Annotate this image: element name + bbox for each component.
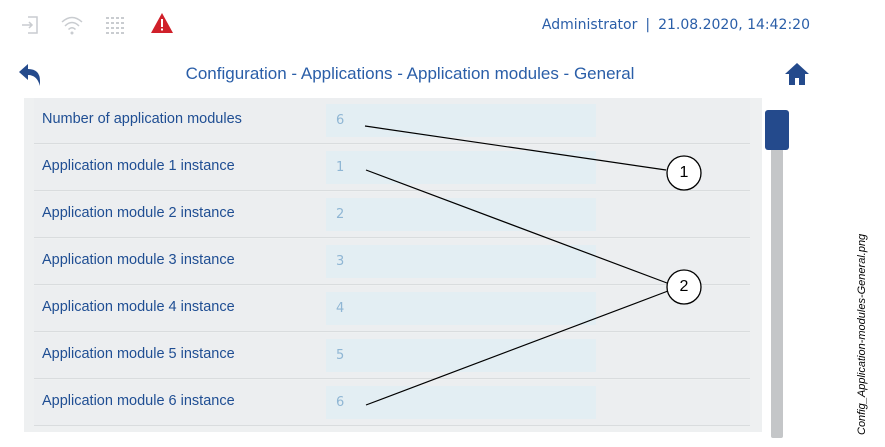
scrollbar-thumb[interactable] xyxy=(765,110,789,150)
user-name[interactable]: Administrator xyxy=(542,17,637,33)
row-label: Application module 1 instance xyxy=(42,158,235,174)
row-module-6-instance[interactable]: Application module 6 instance 6 xyxy=(34,380,750,426)
row-module-3-instance[interactable]: Application module 3 instance 3 xyxy=(34,239,750,285)
home-button[interactable] xyxy=(784,61,810,87)
title-bar: Configuration - Applications - Applicati… xyxy=(0,52,820,96)
value-field[interactable]: 4 xyxy=(326,292,596,325)
network-grid-icon[interactable] xyxy=(104,14,126,41)
row-label: Application module 4 instance xyxy=(42,299,235,315)
value-field[interactable]: 6 xyxy=(326,386,596,419)
login-icon[interactable] xyxy=(20,14,40,41)
callout-number-2: 2 xyxy=(679,278,689,295)
row-label: Application module 6 instance xyxy=(42,393,235,409)
status-bar: Administrator | 21.08.2020, 14:42:20 xyxy=(0,0,820,52)
callout-number-1: 1 xyxy=(679,164,689,181)
value-field[interactable]: 1 xyxy=(326,151,596,184)
value-field[interactable]: 6 xyxy=(326,104,596,137)
date-time: 21.08.2020, 14:42:20 xyxy=(658,17,810,33)
screen: Administrator | 21.08.2020, 14:42:20 Confi… xyxy=(0,0,820,447)
row-module-4-instance[interactable]: Application module 4 instance 4 xyxy=(34,286,750,332)
scrollbar-track[interactable] xyxy=(771,112,783,438)
value-field[interactable]: 3 xyxy=(326,245,596,278)
row-label: Application module 3 instance xyxy=(42,252,235,268)
row-label: Number of application modules xyxy=(42,111,242,127)
row-module-5-instance[interactable]: Application module 5 instance 5 xyxy=(34,333,750,379)
home-icon xyxy=(785,63,809,85)
settings-list: Number of application modules 6 Applicat… xyxy=(24,98,762,432)
warning-icon[interactable] xyxy=(150,12,174,39)
row-label: Application module 2 instance xyxy=(42,205,235,221)
page-title: Configuration - Applications - Applicati… xyxy=(185,64,635,83)
row-label: Application module 5 instance xyxy=(42,346,235,362)
row-module-2-instance[interactable]: Application module 2 instance 2 xyxy=(34,192,750,238)
file-name-caption: Config_Application-modules-General.png xyxy=(856,233,868,435)
value-field[interactable]: 5 xyxy=(326,339,596,372)
row-module-1-instance[interactable]: Application module 1 instance 1 xyxy=(34,145,750,191)
row-number-of-modules[interactable]: Number of application modules 6 xyxy=(34,98,750,144)
value-field[interactable]: 2 xyxy=(326,198,596,231)
status-text: Administrator | 21.08.2020, 14:42:20 xyxy=(542,17,810,33)
wifi-icon[interactable] xyxy=(60,14,84,41)
status-separator: | xyxy=(645,17,651,33)
